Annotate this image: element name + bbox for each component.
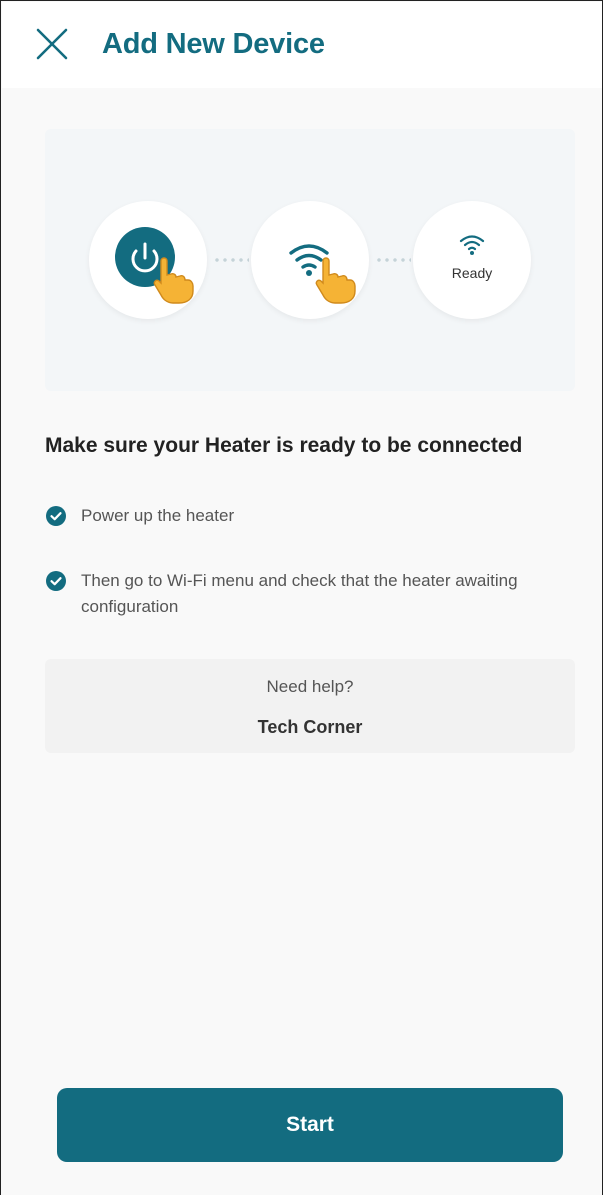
help-card: Need help? Tech Corner bbox=[45, 659, 575, 753]
pointing-hand-icon bbox=[315, 257, 356, 304]
step-wifi bbox=[251, 201, 369, 319]
checklist-text: Then go to Wi-Fi menu and check that the… bbox=[81, 571, 518, 616]
screen: Add New Device Ready Make sure your Heat… bbox=[0, 0, 603, 1195]
page-title: Add New Device bbox=[102, 28, 325, 60]
tech-corner-link[interactable]: Tech Corner bbox=[45, 717, 575, 738]
top-bar: Add New Device bbox=[2, 2, 602, 88]
step-connector bbox=[213, 258, 249, 262]
setup-illustration: Ready bbox=[45, 129, 575, 391]
step-power bbox=[89, 201, 207, 319]
ready-label: Ready bbox=[451, 265, 493, 281]
pointing-hand-icon bbox=[153, 257, 194, 304]
check-circle-icon bbox=[46, 571, 66, 591]
step-connector bbox=[375, 258, 411, 262]
start-button[interactable]: Start bbox=[57, 1088, 563, 1162]
step-ready: Ready bbox=[413, 201, 531, 319]
wifi-icon bbox=[459, 235, 485, 255]
close-button[interactable] bbox=[34, 26, 70, 62]
instructions-heading: Make sure your Heater is ready to be con… bbox=[45, 434, 523, 457]
checklist-text: Power up the heater bbox=[81, 506, 235, 525]
check-circle-icon bbox=[46, 506, 66, 526]
close-icon bbox=[36, 28, 68, 60]
help-question: Need help? bbox=[266, 677, 354, 696]
